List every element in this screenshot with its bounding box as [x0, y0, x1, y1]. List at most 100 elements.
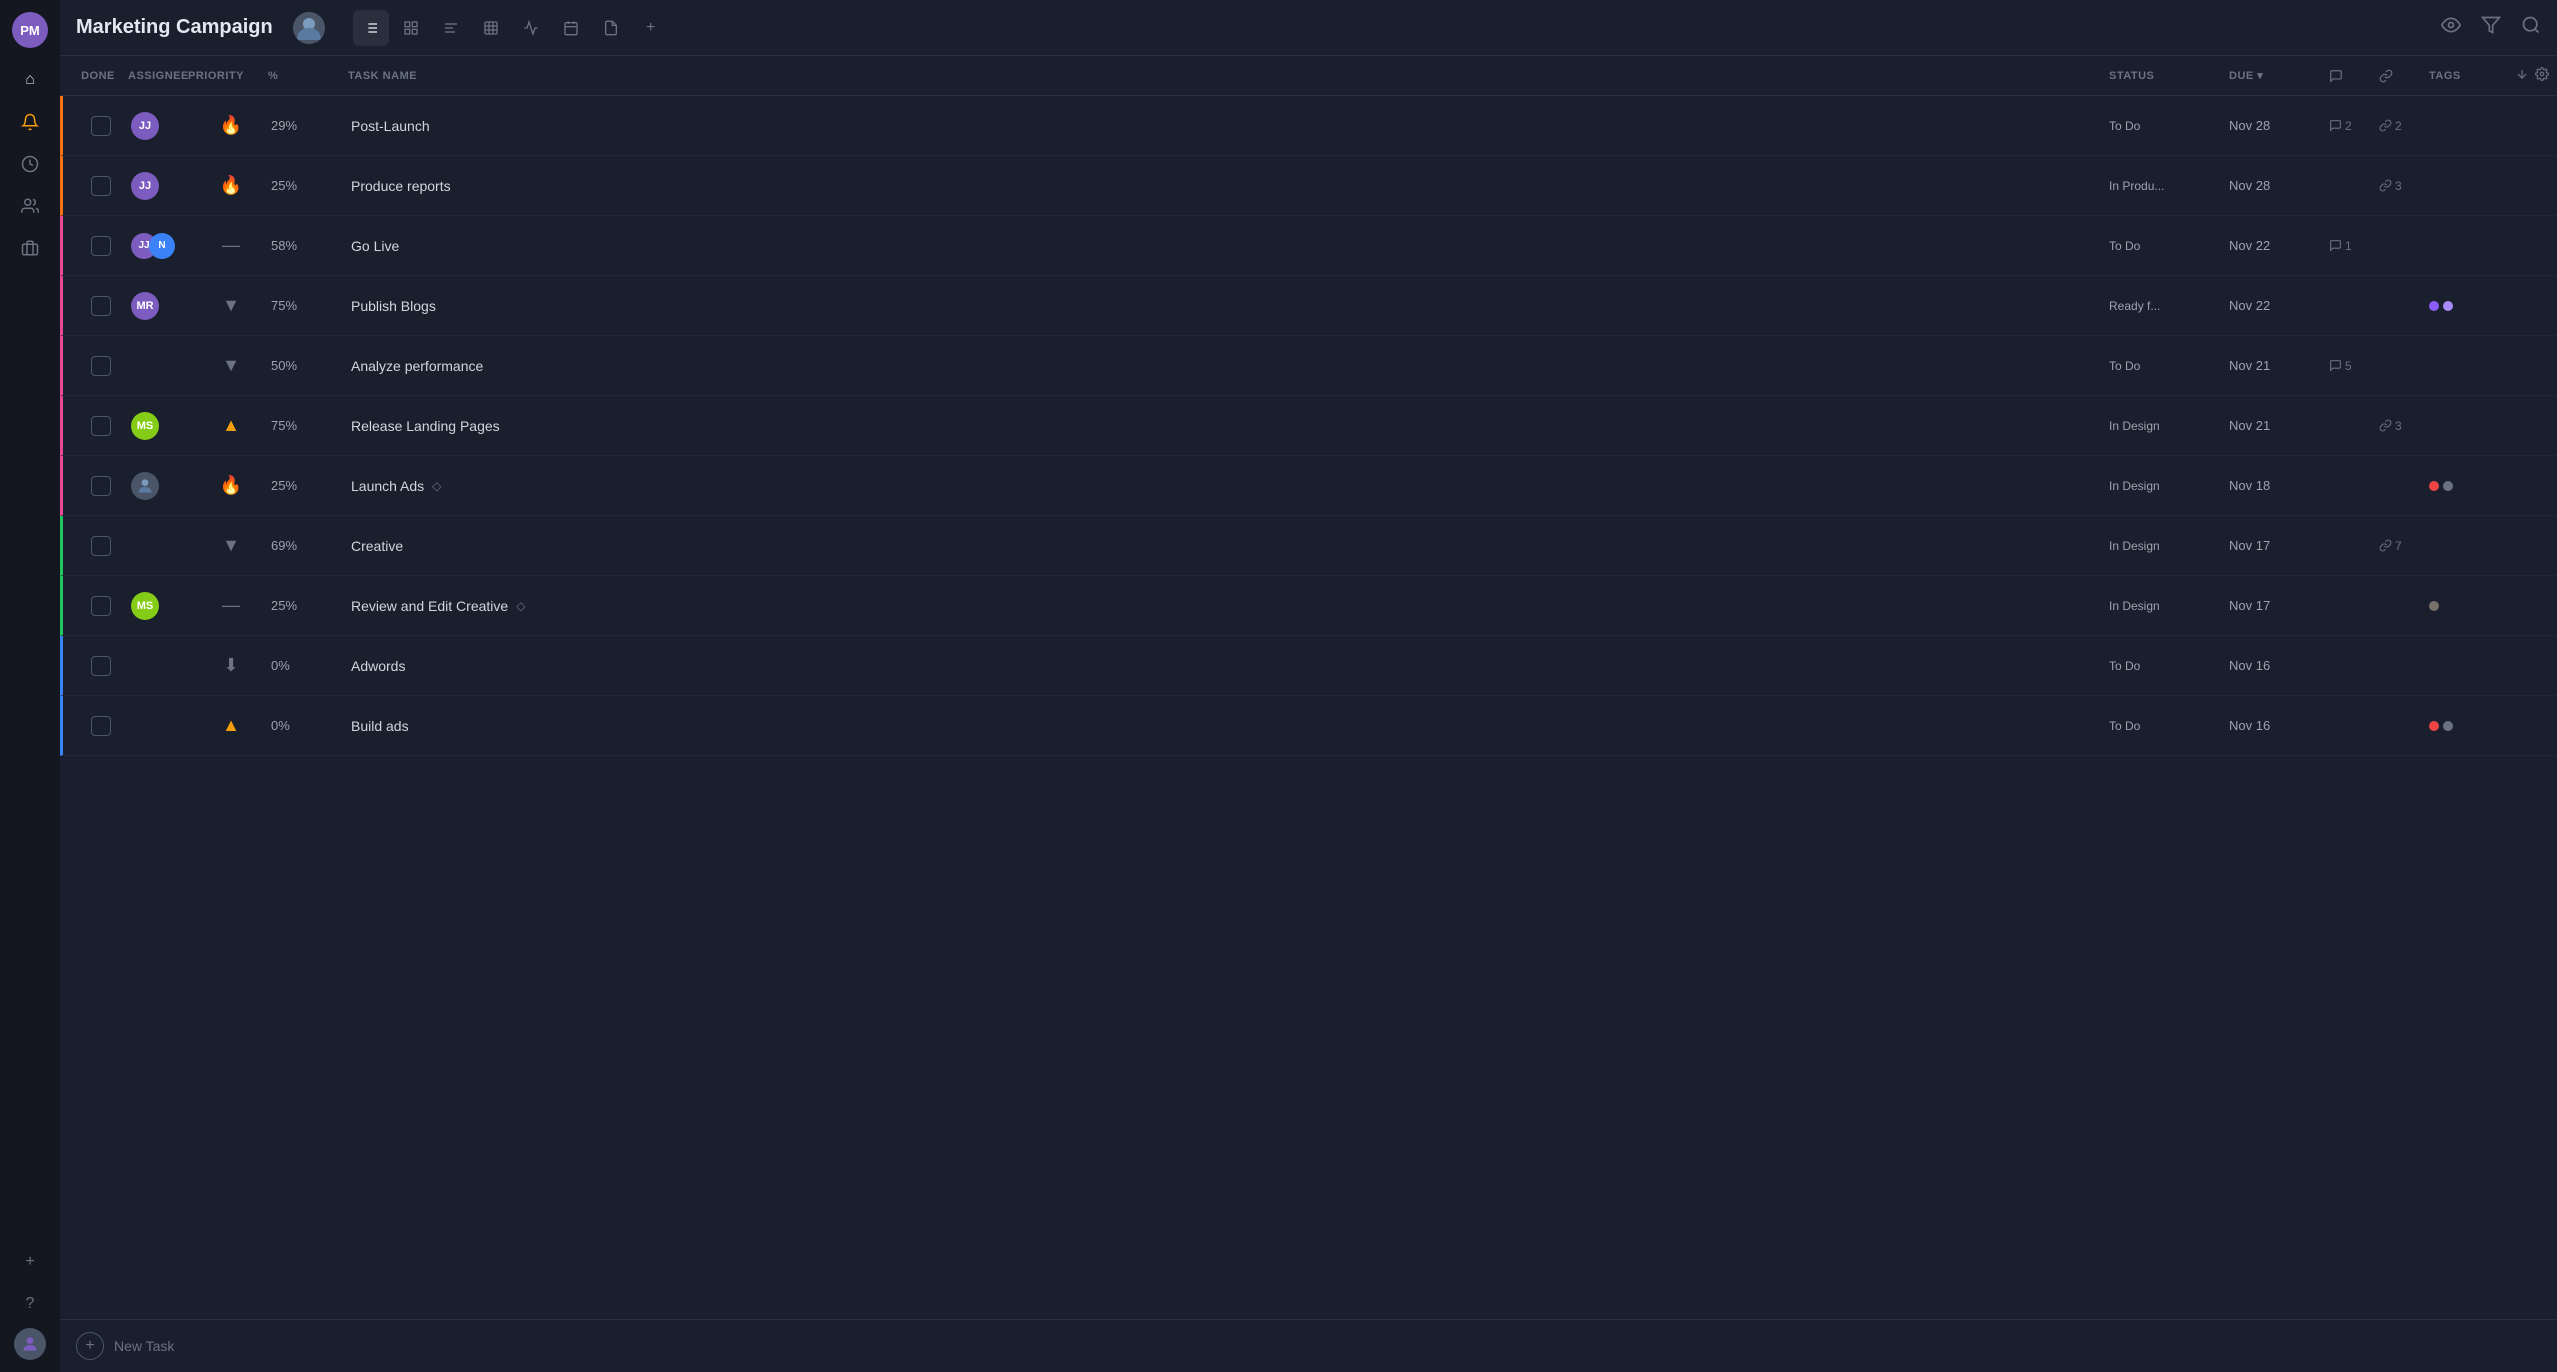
assignee-cell: MS	[131, 592, 191, 620]
link-count: 2	[2379, 119, 2429, 133]
filter-icon[interactable]	[2481, 15, 2501, 40]
due-date-cell: Nov 22	[2229, 298, 2329, 313]
percent-cell: 29%	[271, 118, 351, 133]
percent-cell: 75%	[271, 298, 351, 313]
tab-more[interactable]: +	[633, 10, 669, 46]
sidebar-item-projects[interactable]	[12, 230, 48, 266]
task-row[interactable]: JJ 🔥 25% Produce reports In Produ... Nov…	[60, 156, 2557, 216]
percent-cell: 75%	[271, 418, 351, 433]
link-count: 7	[2379, 539, 2429, 553]
task-checkbox[interactable]	[91, 476, 111, 496]
task-name-cell: Go Live	[351, 238, 2109, 254]
sort-col-icon[interactable]	[2515, 67, 2529, 84]
link-count: 3	[2379, 419, 2429, 433]
status-cell: In Design	[2109, 539, 2229, 553]
done-cell	[71, 596, 131, 616]
task-checkbox[interactable]	[91, 416, 111, 436]
col-settings-icon[interactable]	[2535, 67, 2549, 84]
app-logo[interactable]: PM	[12, 12, 48, 48]
assignee-cell: MR	[131, 292, 191, 320]
task-row[interactable]: MS ▲ 75% Release Landing Pages In Design…	[60, 396, 2557, 456]
percent-cell: 25%	[271, 478, 351, 493]
user-avatar[interactable]	[14, 1328, 46, 1360]
tab-gantt[interactable]	[433, 10, 469, 46]
priority-cell: ▲	[191, 715, 271, 736]
sidebar-item-people[interactable]	[12, 188, 48, 224]
tab-activity[interactable]	[513, 10, 549, 46]
done-cell	[71, 416, 131, 436]
col-status: STATUS	[2109, 70, 2229, 82]
tag-dot	[2443, 721, 2453, 731]
sidebar-item-help[interactable]: ?	[12, 1286, 48, 1322]
priority-cell: 🔥	[191, 175, 271, 196]
eye-icon[interactable]	[2441, 15, 2461, 40]
col-comments	[2329, 69, 2379, 83]
tag-dot	[2429, 301, 2439, 311]
assignee-cell: MS	[131, 412, 191, 440]
due-date-cell: Nov 22	[2229, 238, 2329, 253]
comments-cell: 2	[2329, 119, 2379, 133]
tab-table[interactable]	[473, 10, 509, 46]
task-checkbox[interactable]	[91, 236, 111, 256]
task-checkbox[interactable]	[91, 596, 111, 616]
sidebar-item-add[interactable]: +	[12, 1244, 48, 1280]
tags-cell	[2429, 481, 2549, 491]
sidebar-item-home[interactable]: ⌂	[12, 62, 48, 98]
tab-list[interactable]	[353, 10, 389, 46]
tab-calendar[interactable]	[553, 10, 589, 46]
assignee-avatar: MS	[131, 592, 159, 620]
add-task-button[interactable]: +	[76, 1332, 104, 1360]
task-name-cell: Post-Launch	[351, 118, 2109, 134]
task-row[interactable]: JJN — 58% Go Live To Do Nov 22 1	[60, 216, 2557, 276]
task-row[interactable]: MS — 25% Review and Edit Creative ◇ In D…	[60, 576, 2557, 636]
task-row[interactable]: ⬇ 0% Adwords To Do Nov 16	[60, 636, 2557, 696]
task-row[interactable]: JJ 🔥 29% Post-Launch To Do Nov 28 2 2	[60, 96, 2557, 156]
task-checkbox[interactable]	[91, 116, 111, 136]
task-row[interactable]: ▼ 69% Creative In Design Nov 17 7	[60, 516, 2557, 576]
due-date-cell: Nov 18	[2229, 478, 2329, 493]
sidebar-item-notifications[interactable]	[12, 104, 48, 140]
comments-cell: 5	[2329, 359, 2379, 373]
status-cell: In Produ...	[2109, 179, 2229, 193]
priority-cell: —	[191, 595, 271, 616]
col-due[interactable]: DUE ▾	[2229, 69, 2329, 82]
assignee-group: JJN	[131, 233, 191, 259]
sidebar-bottom: + ?	[12, 1244, 48, 1360]
task-checkbox[interactable]	[91, 656, 111, 676]
task-name-cell: Publish Blogs	[351, 298, 2109, 314]
task-row[interactable]: 🔥 25% Launch Ads ◇ In Design Nov 18	[60, 456, 2557, 516]
task-row[interactable]: ▼ 50% Analyze performance To Do Nov 21 5	[60, 336, 2557, 396]
col-links	[2379, 69, 2429, 83]
priority-cell: 🔥	[191, 115, 271, 136]
task-name-cell: Adwords	[351, 658, 2109, 674]
col-assignee: ASSIGNEE	[128, 70, 188, 82]
comment-count: 1	[2329, 239, 2379, 253]
task-checkbox[interactable]	[91, 356, 111, 376]
task-checkbox[interactable]	[91, 536, 111, 556]
comments-cell: 1	[2329, 239, 2379, 253]
project-title: Marketing Campaign	[76, 16, 273, 39]
tab-board[interactable]	[393, 10, 429, 46]
assignee-avatar: JJ	[131, 112, 159, 140]
task-checkbox[interactable]	[91, 716, 111, 736]
done-cell	[71, 656, 131, 676]
tag-dot	[2429, 481, 2439, 491]
search-icon[interactable]	[2521, 15, 2541, 40]
sidebar-item-history[interactable]	[12, 146, 48, 182]
status-cell: To Do	[2109, 119, 2229, 133]
task-row[interactable]: ▲ 0% Build ads To Do Nov 16	[60, 696, 2557, 756]
tab-docs[interactable]	[593, 10, 629, 46]
percent-cell: 25%	[271, 598, 351, 613]
header: Marketing Campaign	[60, 0, 2557, 56]
header-tools	[2441, 15, 2541, 40]
task-checkbox[interactable]	[91, 296, 111, 316]
task-row[interactable]: MR ▼ 75% Publish Blogs Ready f... Nov 22	[60, 276, 2557, 336]
comment-count: 2	[2329, 119, 2379, 133]
task-name-cell: Creative	[351, 538, 2109, 554]
done-cell	[71, 536, 131, 556]
due-date-cell: Nov 28	[2229, 178, 2329, 193]
status-cell: To Do	[2109, 239, 2229, 253]
main-content: Marketing Campaign	[60, 0, 2557, 1372]
task-tags	[2429, 301, 2549, 311]
task-checkbox[interactable]	[91, 176, 111, 196]
